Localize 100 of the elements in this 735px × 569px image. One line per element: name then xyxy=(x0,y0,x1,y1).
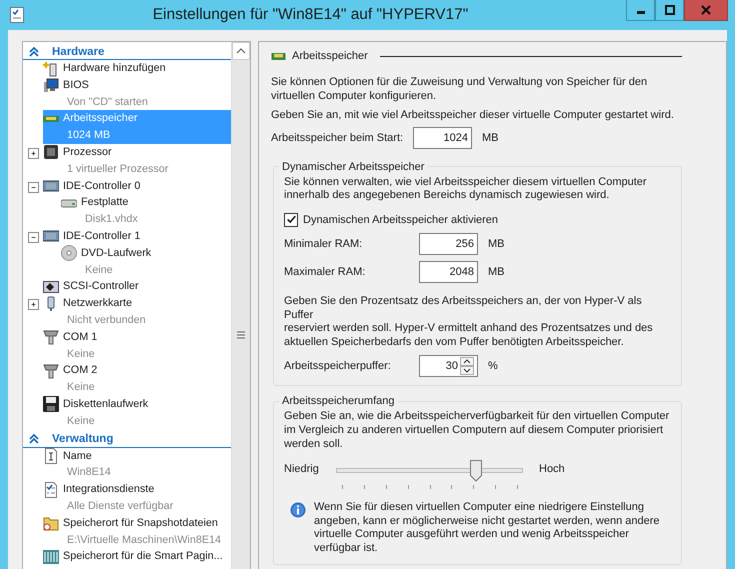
item-label: Netzwerkkarte xyxy=(63,296,133,312)
window-title: Einstellungen für "Win8E14" auf "HYPERV17" xyxy=(152,6,470,24)
tree-item[interactable]: SCSI-Controller xyxy=(43,278,231,296)
minimize-button[interactable] xyxy=(626,0,655,21)
checkbox[interactable] xyxy=(284,212,298,227)
tree-item[interactable]: Speicherort für Snapshotdateien E:\Virtuelle Maschinen\Win8E14 xyxy=(43,514,231,548)
controller-icon xyxy=(43,278,59,295)
item-detail: Alle Dienste verfügbar xyxy=(66,498,174,514)
computer-icon xyxy=(43,77,59,94)
info-text: Wenn Sie für diesen virtuellen Computer eine niedrigere Einstellung angeben, kann er möglicherweise nicht gestartet werden, wenn andere virtuelle Computer ausgeführt werden und wenig Arbeitsspeicher verfügbar ist. xyxy=(314,501,660,556)
tree-item[interactable]: IDE-Controller 0 xyxy=(43,178,231,194)
number-field[interactable]: 1024 xyxy=(413,126,472,149)
controller-icon xyxy=(43,228,59,244)
tree-item[interactable]: Netzwerkkarte Nicht verbunden xyxy=(43,295,231,329)
item-label: Name xyxy=(63,448,93,464)
item-label: Festplatte xyxy=(81,195,130,210)
item-detail: Von "CD" starten xyxy=(66,94,148,110)
item-label: Speicherort für die Smart Pagin... xyxy=(63,549,223,564)
checkbox-label: Dynamischen Arbeitsspeicher aktivieren xyxy=(303,214,498,226)
port-icon xyxy=(43,362,59,379)
memory-module-icon xyxy=(271,52,286,60)
section-header[interactable]: Hardware xyxy=(23,42,231,60)
port-icon xyxy=(43,329,59,346)
tree-item[interactable]: Hardware hinzufügen xyxy=(43,60,231,77)
group-title: Arbeitsspeicherumfang xyxy=(281,395,396,408)
expander-toggle[interactable] xyxy=(28,182,38,193)
app-icon xyxy=(9,7,25,23)
checklist-icon xyxy=(43,482,59,498)
item-label: IDE-Controller 0 xyxy=(63,178,140,194)
unit-label: MB xyxy=(482,132,498,144)
tree-item[interactable]: Diskettenlaufwerk Keine xyxy=(43,396,231,430)
field-label: Arbeitsspeicherpuffer: xyxy=(284,360,392,372)
unit-label: % xyxy=(488,360,498,372)
expander-toggle[interactable] xyxy=(28,299,38,310)
processor-icon xyxy=(43,144,59,160)
close-button[interactable] xyxy=(684,0,728,21)
item-label: Integrationsdienste xyxy=(63,482,156,498)
plus-icon xyxy=(30,301,36,308)
intro-text: Sie können Optionen für die Zuweisung und Verwaltung von Speicher für den virtuellen Computer konfigurieren. xyxy=(271,76,648,104)
item-label: Hardware hinzufügen xyxy=(63,61,166,76)
panel-title: Arbeitsspeicher xyxy=(292,50,368,62)
expander-toggle[interactable] xyxy=(28,232,38,243)
tree-item[interactable]: Prozessor 1 virtueller Prozessor xyxy=(43,144,231,178)
field-label: Minimaler RAM: xyxy=(284,238,364,250)
add-hardware-icon xyxy=(43,60,59,76)
scroll-up-icon[interactable] xyxy=(232,42,250,60)
item-detail: 1 virtueller Prozessor xyxy=(66,162,168,177)
document-icon xyxy=(43,448,59,464)
memory-bank-icon xyxy=(43,548,59,565)
group-title: Dynamischer Arbeitsspeicher xyxy=(281,160,426,173)
number-field[interactable]: 30 xyxy=(419,355,478,378)
item-label: Diskettenlaufwerk xyxy=(63,396,148,412)
close-icon xyxy=(701,5,711,15)
item-detail: Disk1.vhdx xyxy=(84,212,138,228)
item-detail: Keine xyxy=(66,346,96,362)
description-text: Geben Sie den Prozentsatz des Arbeitsspeichers an, der von Hyper-V als Puffer reserviert werden soll. Hyper-V ermittelt anhand des Prozentsatzes und des aktuellen Speicherbedarfs den vom Puffer benötigten Arbeitsspeicher. xyxy=(284,294,654,350)
tree-item[interactable]: Speicherort für die Smart Pagin... xyxy=(43,548,231,566)
item-label: DVD-Laufwerk xyxy=(81,246,152,261)
disc-icon xyxy=(61,245,77,262)
unit-label: MB xyxy=(488,238,504,250)
info-icon xyxy=(290,502,306,518)
tree-item[interactable]: COM 1 Keine xyxy=(43,328,231,362)
tree-item[interactable]: BIOS Von "CD" starten xyxy=(43,76,231,110)
tree-item[interactable]: Integrationsdienste Alle Dienste verfügbar xyxy=(43,481,231,515)
item-detail: Nicht verbunden xyxy=(66,312,146,328)
controller-icon xyxy=(43,178,59,194)
slider-min-label: Niedrig xyxy=(284,463,320,476)
tree-item[interactable]: IDE-Controller 1 xyxy=(43,228,231,245)
section-title: Hardware xyxy=(52,46,104,58)
tree-item[interactable]: DVD-Laufwerk Keine xyxy=(61,244,231,278)
maximize-icon xyxy=(664,5,674,15)
item-detail: Keine xyxy=(66,380,96,396)
item-label: COM 2 xyxy=(63,363,98,378)
slider-thumb[interactable] xyxy=(470,460,482,482)
startup-hint: Geben Sie an, mit wie viel Arbeitsspeicher dieser virtuelle Computer gestartet wird. xyxy=(271,109,675,123)
item-detail: Win8E14 xyxy=(66,465,111,480)
slider[interactable] xyxy=(336,463,523,492)
item-label: BIOS xyxy=(63,78,90,93)
slider-max-label: Hoch xyxy=(539,463,565,476)
spin-up-icon[interactable] xyxy=(460,357,474,366)
section-header[interactable]: Verwaltung xyxy=(23,430,231,448)
description-text: Geben Sie an, wie die Arbeitsspeicherverfügbarkeit für den virtuellen Computer im Vergleich zu anderen virtuellen Computern auf diesem Computer priorisiert werden soll. xyxy=(284,410,670,452)
unit-label: MB xyxy=(488,266,504,278)
scroll-grip-icon xyxy=(236,331,246,339)
plus-icon xyxy=(30,150,36,157)
number-field[interactable]: 256 xyxy=(419,232,478,255)
item-detail: Keine xyxy=(84,262,114,278)
item-label: Arbeitsspeicher xyxy=(63,111,138,126)
spin-down-icon[interactable] xyxy=(460,366,474,376)
item-detail: Keine xyxy=(66,414,96,429)
tree-item[interactable]: Name Win8E14 xyxy=(43,448,231,482)
tree-item[interactable]: COM 2 Keine xyxy=(43,362,231,396)
item-label: IDE-Controller 1 xyxy=(63,228,140,244)
expander-toggle[interactable] xyxy=(28,148,38,159)
number-field[interactable]: 2048 xyxy=(419,260,478,283)
tree-item[interactable]: Festplatte Disk1.vhdx xyxy=(61,194,231,228)
scrollbar[interactable] xyxy=(231,42,250,569)
item-label: SCSI-Controller xyxy=(63,279,139,294)
field-label: Maximaler RAM: xyxy=(284,266,366,278)
maximize-button[interactable] xyxy=(655,0,684,21)
